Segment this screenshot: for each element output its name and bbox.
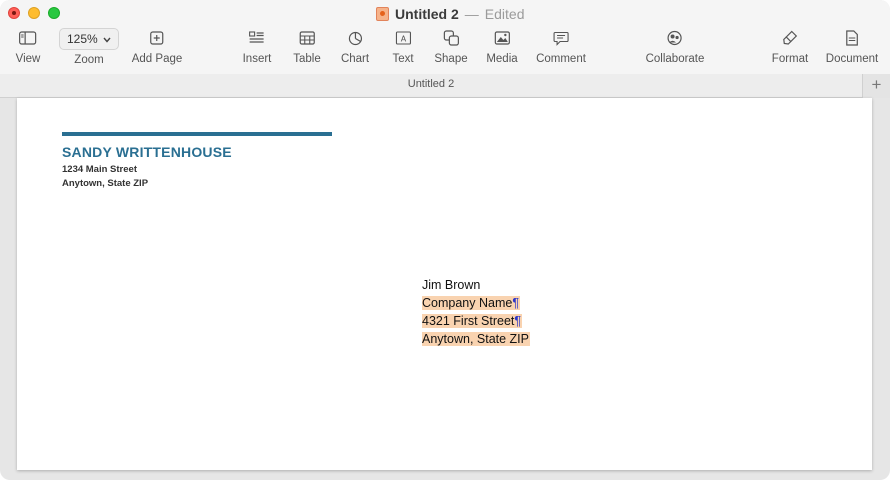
zoom-select[interactable]: 125% <box>59 28 119 50</box>
recipient-company: Company Name <box>422 296 513 310</box>
collaborate-icon <box>666 29 684 47</box>
comment-button[interactable]: Comment <box>536 29 586 65</box>
sidebar-icon <box>19 29 37 47</box>
recipient-name[interactable]: Jim Brown <box>422 276 530 294</box>
window-title-bar: Untitled 2 — Edited <box>376 5 524 23</box>
view-button[interactable]: View <box>15 29 41 65</box>
recipient-street-line[interactable]: 4321 First Street¶ <box>422 312 530 330</box>
tab-bar: Untitled 2 + <box>0 74 890 98</box>
shape-icon <box>443 29 459 47</box>
zoom-label: Zoom <box>74 54 104 66</box>
text-label: Text <box>392 53 414 65</box>
recipient-company-line[interactable]: Company Name¶ <box>422 294 530 312</box>
recipient-address-block[interactable]: Jim Brown Company Name¶ 4321 First Stree… <box>422 276 530 348</box>
recipient-street: 4321 First Street <box>422 314 515 328</box>
maximize-window-button[interactable] <box>48 7 60 19</box>
collaborate-label: Collaborate <box>645 53 705 65</box>
format-brush-icon <box>782 29 798 47</box>
sender-street[interactable]: 1234 Main Street <box>62 164 137 175</box>
sender-name[interactable]: SANDY WRITTENHOUSE <box>62 144 232 160</box>
shape-label: Shape <box>434 53 468 65</box>
edited-status: Edited <box>484 6 525 22</box>
insert-icon <box>249 29 265 47</box>
document-button[interactable]: Document <box>826 29 878 65</box>
text-button[interactable]: A Text <box>392 29 414 65</box>
document-page[interactable]: SANDY WRITTENHOUSE 1234 Main Street Anyt… <box>17 98 872 470</box>
recipient-city: Anytown, State ZIP <box>422 332 529 346</box>
table-button[interactable]: Table <box>293 29 321 65</box>
format-label: Format <box>771 53 809 65</box>
shape-button[interactable]: Shape <box>434 29 468 65</box>
insert-label: Insert <box>242 53 272 65</box>
paragraph-mark: ¶ <box>512 296 520 310</box>
media-label: Media <box>486 53 518 65</box>
toolbar: Untitled 2 — Edited View 125% Zoom Add P… <box>0 0 890 74</box>
comment-label: Comment <box>536 53 586 65</box>
add-page-button[interactable]: Add Page <box>131 29 183 65</box>
header-accent-rule <box>62 132 332 136</box>
zoom-value: 125% <box>67 32 98 46</box>
title-separator: — <box>464 6 479 22</box>
format-button[interactable]: Format <box>772 29 808 65</box>
recipient-name-text: Jim Brown <box>422 278 481 292</box>
media-button[interactable]: Media <box>486 29 518 65</box>
view-label: View <box>15 53 41 65</box>
chart-button[interactable]: Chart <box>341 29 369 65</box>
collaborate-button[interactable]: Collaborate <box>645 29 705 65</box>
add-page-label: Add Page <box>131 53 183 65</box>
chart-icon <box>348 29 363 47</box>
add-page-icon <box>150 29 164 47</box>
text-box-icon: A <box>395 29 411 47</box>
paragraph-mark: ¶ <box>514 314 522 328</box>
recipient-city-line[interactable]: Anytown, State ZIP <box>422 330 530 348</box>
document-icon <box>845 29 859 47</box>
window-title: Untitled 2 <box>395 6 459 22</box>
chart-label: Chart <box>340 53 370 65</box>
svg-text:A: A <box>400 35 406 44</box>
tab-untitled-2[interactable]: Untitled 2 <box>0 78 862 90</box>
close-window-button[interactable] <box>8 7 20 19</box>
document-label: Document <box>825 53 879 65</box>
insert-button[interactable]: Insert <box>242 29 272 65</box>
table-icon <box>299 29 315 47</box>
chevron-down-icon <box>103 30 111 48</box>
sender-city-line[interactable]: Anytown, State ZIP <box>62 178 148 189</box>
minimize-window-button[interactable] <box>28 7 40 19</box>
new-tab-button[interactable]: + <box>862 74 890 98</box>
comment-icon <box>553 29 569 47</box>
pages-document-icon <box>376 7 389 21</box>
media-icon <box>494 29 510 47</box>
pages-window: Untitled 2 — Edited View 125% Zoom Add P… <box>0 0 890 480</box>
table-label: Table <box>293 53 321 65</box>
